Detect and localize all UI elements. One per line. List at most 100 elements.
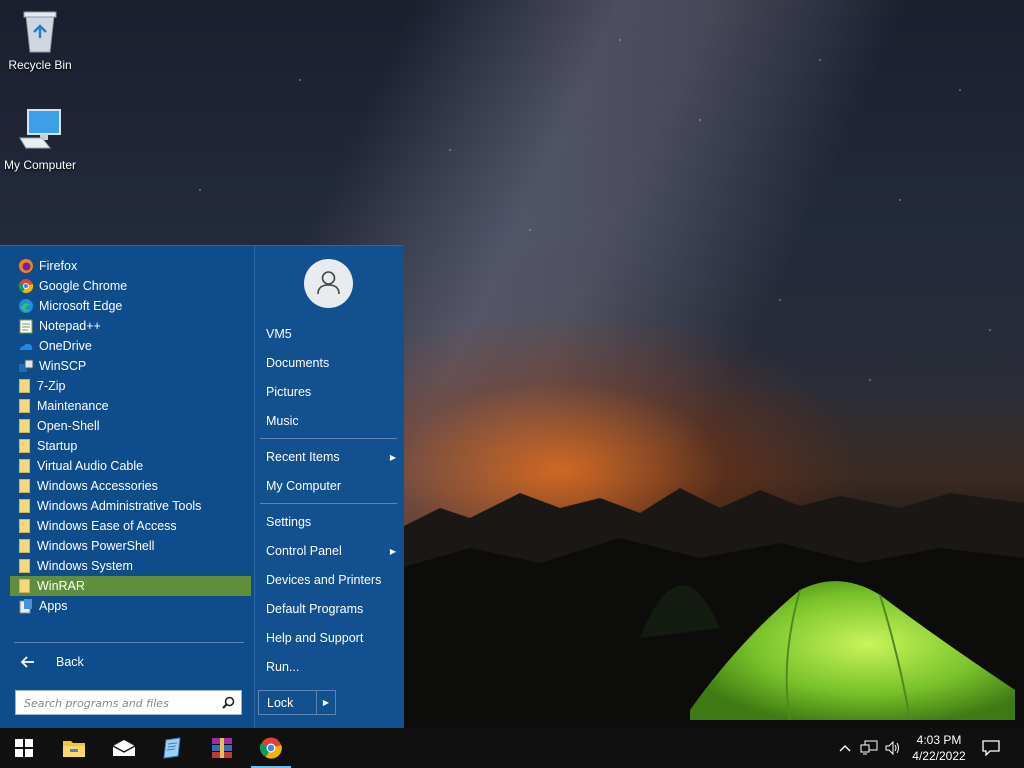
lock-button[interactable]: Lock ▶ [258, 690, 336, 715]
search-input[interactable] [22, 691, 216, 715]
notifications-button[interactable] [968, 728, 1014, 768]
program-item-winscp[interactable]: WinSCP [10, 356, 251, 376]
divider [14, 642, 244, 643]
chevron-right-icon[interactable]: ▶ [317, 698, 335, 707]
folder-icon [19, 439, 30, 453]
computer-icon [19, 109, 61, 149]
user-name-link[interactable]: VM5 [266, 324, 396, 344]
mail-icon [112, 740, 136, 756]
winscp-icon [19, 359, 34, 372]
help-support-link[interactable]: Help and Support [266, 628, 396, 648]
chrome-icon [259, 737, 282, 759]
program-item-google-chrome[interactable]: Google Chrome [10, 276, 251, 296]
pictures-label: Pictures [266, 385, 312, 399]
desktop-icon-label: Recycle Bin [8, 58, 72, 72]
program-folder-7zip[interactable]: 7-Zip [10, 376, 251, 396]
run-link[interactable]: Run... [266, 657, 396, 677]
program-folder-windows-administrative-tools[interactable]: Windows Administrative Tools [10, 496, 251, 516]
apps-icon [19, 599, 32, 614]
folder-icon [19, 499, 30, 513]
program-label: Windows System [37, 559, 133, 573]
chrome-icon [18, 279, 34, 294]
back-button[interactable]: Back [18, 651, 84, 673]
taskbar-file-explorer[interactable] [50, 728, 98, 768]
program-folder-startup[interactable]: Startup [10, 436, 251, 456]
lock-label: Lock [259, 691, 317, 714]
program-label: 7-Zip [37, 379, 66, 393]
file-explorer-icon [63, 741, 85, 757]
program-folder-maintenance[interactable]: Maintenance [10, 396, 251, 416]
program-label: WinRAR [37, 579, 85, 593]
program-folder-windows-ease-of-access[interactable]: Windows Ease of Access [10, 516, 251, 536]
program-folder-windows-system[interactable]: Windows System [10, 556, 251, 576]
program-folder-virtual-audio-cable[interactable]: Virtual Audio Cable [10, 456, 251, 476]
folder-icon [19, 399, 30, 413]
start-button[interactable] [0, 728, 48, 768]
taskbar-winrar[interactable] [198, 728, 246, 768]
run-label: Run... [266, 660, 300, 674]
pictures-link[interactable]: Pictures [266, 382, 396, 402]
documents-link[interactable]: Documents [266, 353, 396, 373]
folder-icon [19, 539, 30, 553]
avatar[interactable] [304, 259, 353, 308]
desktop-icon-recycle-bin[interactable]: Recycle Bin [0, 8, 80, 72]
help-support-label: Help and Support [266, 631, 364, 645]
notification-icon [982, 740, 1000, 756]
program-item-notepadpp[interactable]: Notepad++ [10, 316, 251, 336]
program-item-microsoft-edge[interactable]: Microsoft Edge [10, 296, 251, 316]
program-label: Apps [39, 599, 68, 613]
program-item-onedrive[interactable]: OneDrive [10, 336, 251, 356]
clock-date: 4/22/2022 [912, 749, 966, 763]
program-item-firefox[interactable]: Firefox [10, 256, 251, 276]
search-box[interactable] [15, 690, 242, 715]
recent-items-menu[interactable]: Recent Items ▶ [266, 447, 396, 467]
folder-icon [19, 519, 30, 533]
program-folder-windows-powershell[interactable]: Windows PowerShell [10, 536, 251, 556]
notepadpp-icon [19, 319, 33, 334]
folder-icon [19, 479, 30, 493]
program-folder-open-shell[interactable]: Open-Shell [10, 416, 251, 436]
taskbar-notepad[interactable] [148, 728, 196, 768]
program-label: Google Chrome [39, 279, 128, 293]
arrow-left-icon [20, 656, 34, 668]
program-label: Open-Shell [37, 419, 100, 433]
recycle-bin-icon [23, 11, 57, 53]
program-label: Windows Ease of Access [37, 519, 177, 533]
settings-label: Settings [266, 515, 312, 529]
devices-printers-link[interactable]: Devices and Printers [266, 570, 396, 590]
default-programs-link[interactable]: Default Programs [266, 599, 396, 619]
my-computer-link[interactable]: My Computer [266, 476, 396, 496]
program-label: Virtual Audio Cable [37, 459, 144, 473]
taskbar-mail[interactable] [100, 728, 148, 768]
firefox-icon [19, 259, 33, 273]
program-folder-windows-accessories[interactable]: Windows Accessories [10, 476, 251, 496]
taskbar-chrome[interactable] [247, 728, 295, 768]
desktop-icon-label: My Computer [3, 158, 77, 172]
settings-link[interactable]: Settings [266, 512, 396, 532]
network-icon[interactable] [860, 740, 878, 756]
chevron-right-icon: ▶ [389, 452, 396, 462]
chevron-up-icon[interactable] [838, 741, 852, 755]
music-link[interactable]: Music [266, 411, 396, 431]
start-icon [15, 739, 33, 757]
program-label: OneDrive [39, 339, 92, 353]
program-label: Maintenance [37, 399, 109, 413]
search-icon[interactable] [222, 696, 235, 709]
user-name: VM5 [266, 327, 292, 341]
start-menu-places-pane: VM5 Documents Pictures Music Recent Item… [254, 246, 404, 729]
program-label: Windows Administrative Tools [37, 499, 202, 513]
desktop-icon-my-computer[interactable]: My Computer [0, 108, 80, 172]
onedrive-icon [20, 343, 33, 350]
divider [260, 503, 397, 504]
recent-items-label: Recent Items [266, 450, 340, 464]
back-label: Back [56, 655, 84, 669]
control-panel-menu[interactable]: Control Panel ▶ [266, 541, 396, 561]
folder-icon [19, 579, 30, 593]
control-panel-label: Control Panel [266, 544, 342, 558]
program-item-apps[interactable]: Apps [10, 596, 251, 616]
edge-icon [19, 299, 33, 313]
volume-icon[interactable] [884, 740, 902, 756]
clock[interactable]: 4:03 PM 4/22/2022 [905, 732, 973, 764]
system-tray [838, 728, 902, 768]
program-folder-winrar[interactable]: WinRAR [10, 576, 251, 596]
